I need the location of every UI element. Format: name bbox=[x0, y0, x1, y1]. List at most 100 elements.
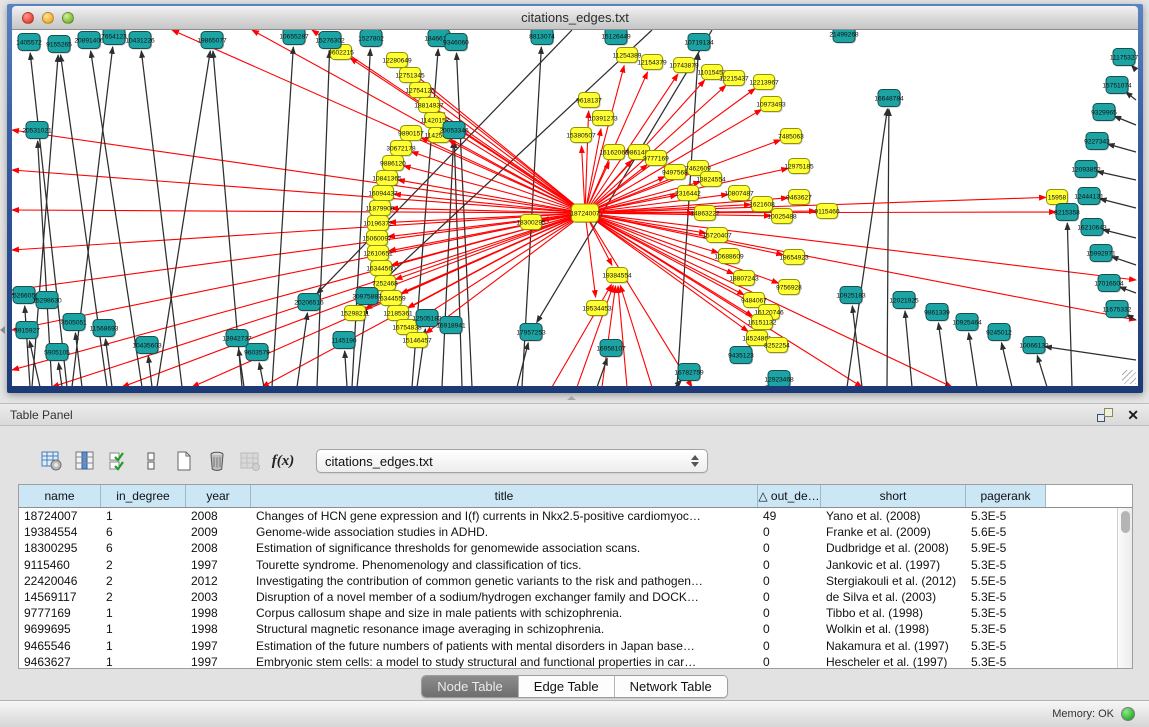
table-row[interactable]: 977716911998Corpus callosum shape and si… bbox=[19, 605, 1117, 621]
table-cell[interactable]: 1997 bbox=[186, 639, 251, 653]
graph-edge[interactable] bbox=[259, 363, 264, 386]
table-cell[interactable]: 2012 bbox=[186, 574, 251, 588]
graph-node[interactable]: 10807487 bbox=[724, 186, 754, 202]
graph-node[interactable]: 18724007 bbox=[570, 204, 600, 223]
table-selector-dropdown[interactable]: citations_edges.txt bbox=[316, 449, 708, 473]
graph-node[interactable]: 1527802 bbox=[358, 30, 384, 48]
table-cell[interactable]: 5.3E-5 bbox=[966, 558, 1046, 572]
graph-edge[interactable] bbox=[1111, 257, 1136, 265]
table-cell[interactable]: 9699695 bbox=[19, 622, 101, 636]
graph-edge[interactable] bbox=[1119, 287, 1136, 293]
table-cell[interactable]: 5.3E-5 bbox=[966, 622, 1046, 636]
select-rows-button[interactable] bbox=[104, 447, 132, 475]
table-cell[interactable]: 0 bbox=[758, 541, 821, 555]
close-button[interactable] bbox=[22, 12, 34, 24]
graph-node[interactable]: 13824554 bbox=[696, 172, 726, 188]
table-row[interactable]: 1456911722003Disruption of a novel membe… bbox=[19, 589, 1117, 605]
graph-edge[interactable] bbox=[12, 170, 585, 213]
table-cell[interactable]: 18300295 bbox=[19, 541, 101, 555]
graph-node[interactable]: 1405572 bbox=[16, 34, 42, 52]
graph-node[interactable]: 10025488 bbox=[767, 209, 797, 225]
graph-node[interactable]: 12215437 bbox=[719, 71, 749, 87]
table-row[interactable]: 2242004622012Investigating the contribut… bbox=[19, 573, 1117, 589]
graph-node[interactable]: 12444131 bbox=[1074, 188, 1104, 206]
graph-edge[interactable] bbox=[345, 351, 347, 386]
table-cell[interactable]: Investigating the contribution of common… bbox=[251, 574, 758, 588]
table-cell[interactable]: 19384554 bbox=[19, 525, 101, 539]
delete-table-button-disabled[interactable] bbox=[236, 447, 264, 475]
graph-node[interactable]: 16162063 bbox=[599, 145, 629, 161]
graph-node[interactable]: 16648784 bbox=[874, 90, 904, 108]
table-cell[interactable]: 2 bbox=[101, 590, 186, 604]
table-row[interactable]: 969969511998Structural magnetic resonanc… bbox=[19, 621, 1117, 637]
graph-node[interactable]: 9756928 bbox=[776, 280, 802, 296]
graph-node[interactable]: 2316442 bbox=[675, 186, 701, 202]
graph-edge[interactable] bbox=[677, 53, 698, 386]
graph-edge[interactable] bbox=[969, 333, 977, 386]
graph-edge[interactable] bbox=[1037, 356, 1047, 386]
graph-edge[interactable] bbox=[444, 126, 585, 213]
table-cell[interactable]: Structural magnetic resonance image aver… bbox=[251, 622, 758, 636]
table-cell[interactable]: 22420046 bbox=[19, 574, 101, 588]
graph-node[interactable]: 15146457 bbox=[402, 333, 432, 349]
graph-node[interactable]: 9890157 bbox=[398, 126, 424, 142]
graph-node[interactable]: 11175327 bbox=[1110, 49, 1138, 67]
graph-node[interactable]: 11879900 bbox=[366, 201, 395, 217]
tab-node-table[interactable]: Node Table bbox=[422, 676, 519, 697]
graph-node[interactable]: 16210643 bbox=[1077, 219, 1107, 237]
graph-node[interactable]: 10841365 bbox=[372, 171, 402, 187]
graph-node[interactable]: 15298211 bbox=[341, 306, 370, 322]
splitter-handle[interactable] bbox=[567, 396, 576, 400]
table-cell[interactable]: Disruption of a novel member of a sodium… bbox=[251, 590, 758, 604]
graph-node[interactable]: 12280649 bbox=[382, 53, 412, 69]
column-header-year[interactable]: year bbox=[186, 485, 251, 507]
graph-node[interactable]: 9245012 bbox=[986, 324, 1012, 342]
graph-node[interactable]: 14863222 bbox=[690, 206, 720, 222]
column-header-pagerank[interactable]: pagerank bbox=[966, 485, 1046, 507]
graph-node[interactable]: 12093852 bbox=[1071, 161, 1101, 179]
table-cell[interactable]: Nakamura et al. (1997) bbox=[821, 639, 966, 653]
graph-node[interactable]: 16344560 bbox=[366, 261, 396, 277]
table-cell[interactable]: 1 bbox=[101, 606, 186, 620]
graph-node[interactable]: 15298630 bbox=[32, 292, 62, 310]
graph-node[interactable]: 12021925 bbox=[889, 292, 919, 310]
graph-edge[interactable] bbox=[148, 356, 152, 386]
graph-node[interactable]: 9603579 bbox=[244, 344, 270, 362]
graph-node[interactable]: 21499268 bbox=[829, 30, 859, 44]
panel-collapse-icon[interactable] bbox=[0, 326, 5, 334]
delete-button[interactable] bbox=[203, 447, 231, 475]
table-cell[interactable]: 5.3E-5 bbox=[966, 590, 1046, 604]
graph-node[interactable]: 16918941 bbox=[436, 317, 466, 335]
graph-node[interactable]: 9886120 bbox=[380, 156, 406, 172]
table-cell[interactable]: 9465546 bbox=[19, 639, 101, 653]
graph-node[interactable]: 10435603 bbox=[132, 337, 162, 355]
graph-node[interactable]: 15992971 bbox=[1086, 245, 1116, 263]
table-cell[interactable]: 2008 bbox=[186, 541, 251, 555]
graph-node[interactable]: 10719134 bbox=[684, 34, 714, 52]
graph-node[interactable]: 19534453 bbox=[582, 301, 612, 317]
table-cell[interactable]: Yano et al. (2008) bbox=[821, 509, 966, 523]
graph-node[interactable]: 8505051 bbox=[61, 314, 87, 332]
graph-edge[interactable] bbox=[582, 146, 585, 213]
table-row[interactable]: 1938455462009Genome-wide association stu… bbox=[19, 524, 1117, 540]
table-cell[interactable]: 0 bbox=[758, 639, 821, 653]
graph-node[interactable]: 10431226 bbox=[125, 32, 155, 50]
graph-edge[interactable] bbox=[272, 47, 293, 386]
table-cell[interactable]: 0 bbox=[758, 574, 821, 588]
graph-edge[interactable] bbox=[1100, 199, 1136, 208]
tab-network-table[interactable]: Network Table bbox=[615, 676, 727, 697]
table-row[interactable]: 946554611997Estimation of the future num… bbox=[19, 638, 1117, 654]
table-row[interactable]: 911546021997Tourette syndrome. Phenomeno… bbox=[19, 557, 1117, 573]
column-header-name[interactable]: name bbox=[19, 485, 101, 507]
graph-node[interactable]: 10925464 bbox=[952, 314, 982, 332]
table-settings-button[interactable] bbox=[38, 447, 66, 475]
table-cell[interactable]: 2008 bbox=[186, 509, 251, 523]
graph-node[interactable]: 15060097 bbox=[362, 231, 392, 247]
graph-node[interactable]: 9227343 bbox=[1084, 133, 1110, 151]
graph-edge[interactable] bbox=[141, 51, 182, 386]
graph-node[interactable]: 18300295 bbox=[516, 215, 546, 231]
table-cell[interactable]: Estimation of the future numbers of pati… bbox=[251, 639, 758, 653]
graph-edge[interactable] bbox=[252, 30, 585, 213]
network-window-titlebar[interactable]: citations_edges.txt bbox=[12, 6, 1138, 30]
horizontal-splitter[interactable] bbox=[0, 393, 1149, 403]
